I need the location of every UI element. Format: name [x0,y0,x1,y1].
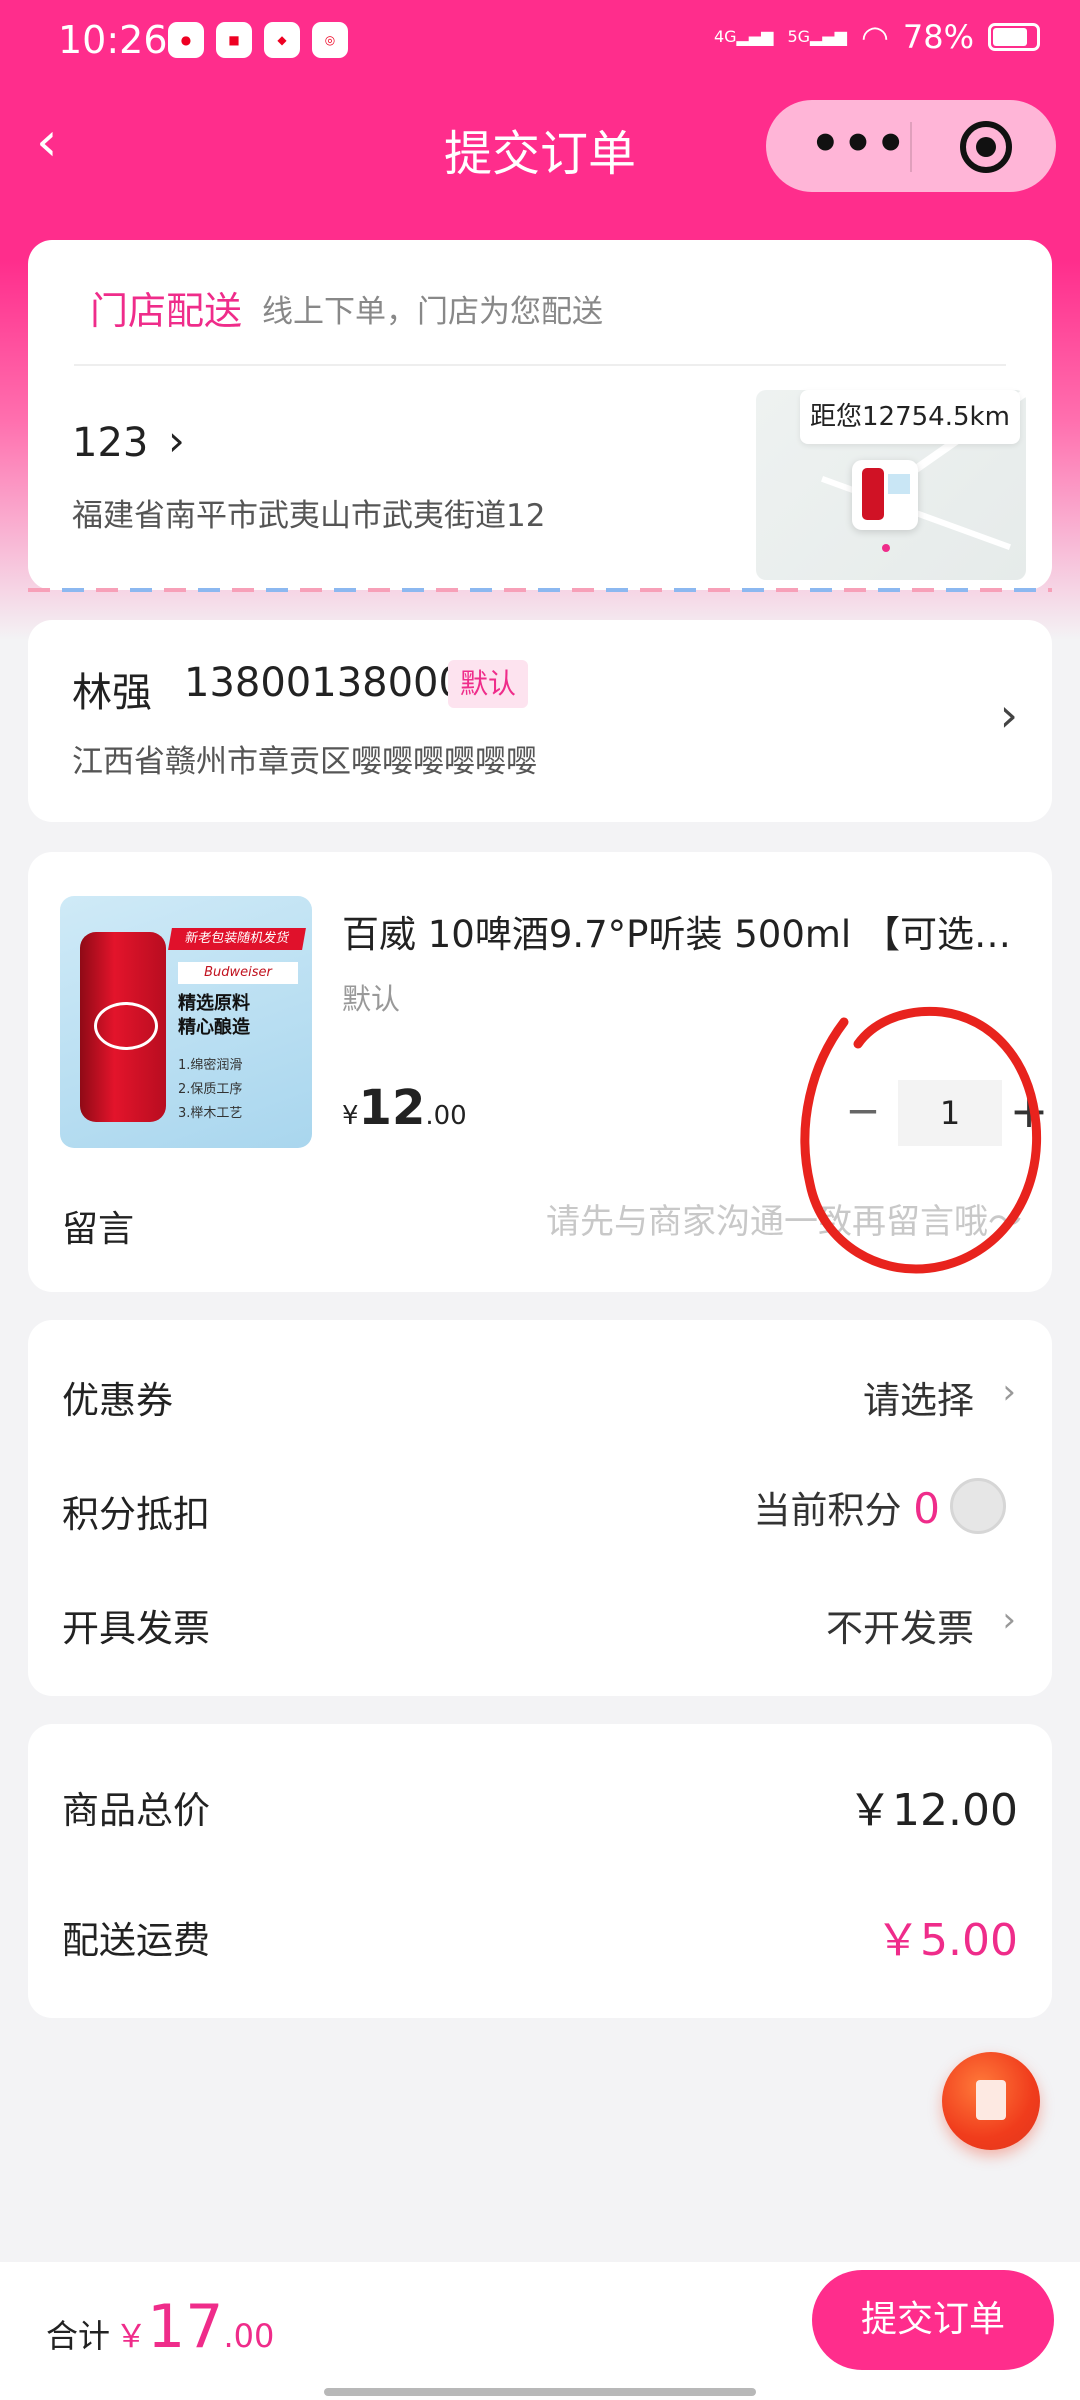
product-card: 新老包装随机发货 Budweiser 精选原料 精心酿造 1.绵密润滑 2.保质工序… [28,852,1052,1292]
price-summary-card: 商品总价 ￥12.00 配送运费 ￥5.00 [28,1724,1052,2018]
total-label: 合计 [46,2317,111,2355]
chevron-right-icon: › [1002,1600,1016,1640]
store-map-pin-icon [852,460,918,530]
distance-label: 距您12754.5km [800,390,1020,444]
app-notification-icon: ◎ [312,22,348,58]
product-spec: 默认 [342,982,401,1016]
total-amount: 17 [147,2292,224,2362]
product-price: ¥12.00 [342,1080,467,1136]
points-value: 0 [913,1484,940,1533]
delivery-mode[interactable]: 门店配送 [90,280,242,335]
coupon-label: 优惠券 [62,1379,173,1422]
chevron-right-icon[interactable]: › [1000,688,1018,742]
current-points: 当前积分 0 [753,1484,941,1533]
store-map[interactable]: 距您12754.5km [756,379,1043,580]
points-toggle[interactable] [950,1478,1006,1534]
quantity-value[interactable]: 1 [898,1080,1002,1146]
invoice-row[interactable]: 开具发票 不开发票 › [28,1566,1052,1676]
status-bar: 10:26 ● ■ ◆ ◎ 4G▂▄▆ 5G▂▄▆ ◠ 78% [0,0,1080,84]
recipient-address: 江西省赣州市章贡区嘤嘤嘤嘤嘤嘤 [72,744,537,780]
floating-order-button[interactable] [942,2052,1040,2150]
signal-4g-icon: 4G▂▄▆ [713,27,774,46]
status-right: 4G▂▄▆ 5G▂▄▆ ◠ 78% [714,18,1040,56]
invoice-label: 开具发票 [62,1607,210,1650]
message-input[interactable] [408,1194,1022,1250]
app-notification-icon: ◆ [264,22,300,58]
chevron-right-icon: › [1002,1372,1016,1412]
default-badge: 默认 [448,660,529,708]
recipient-card[interactable]: 林强 13800138000 默认 江西省赣州市章贡区嘤嘤嘤嘤嘤嘤 › [28,620,1052,822]
status-notification-icons: ● ■ ◆ ◎ [168,22,348,58]
home-indicator[interactable] [324,2388,756,2396]
points-row: 积分抵扣 当前积分 0 [28,1452,1052,1562]
battery-percent: 78% [902,18,974,56]
increase-button[interactable]: + [1004,1080,1054,1146]
airmail-border [28,588,1052,592]
navigation-bar: ‹ 提交订单 ••• [0,96,1080,192]
decrease-button[interactable]: − [838,1080,888,1146]
wifi-icon: ◠ [860,18,889,56]
recipient-phone: 13800138000 [184,660,464,706]
delivery-mode-description: 线上下单，门店为您配送 [262,294,603,330]
options-card: 优惠券 请选择 › 积分抵扣 当前积分 0 开具发票 不开发票 › [28,1320,1052,1696]
goods-total-label: 商品总价 [62,1789,210,1832]
message-label: 留言 [62,1209,135,1250]
shipping-fee-label: 配送运费 [62,1919,210,1962]
shipping-fee-row: 配送运费 ￥5.00 [28,1874,1052,1984]
close-target-icon[interactable] [960,121,1012,173]
store-address: 福建省南平市武夷山市武夷街道12 [72,498,546,534]
goods-total-value: ￥12.00 [848,1785,1018,1836]
coupon-row[interactable]: 优惠券 请选择 › [28,1338,1052,1448]
invoice-value: 不开发票 [826,1607,974,1650]
capsule-divider [910,122,912,172]
product-title: 百威 10啤酒9.7°P听装 500ml 【可选… [342,913,1011,956]
quantity-stepper: − 1 + [838,1080,1058,1146]
chevron-right-icon[interactable]: › [168,416,185,465]
delivery-card: 门店配送 线上下单，门店为您配送 123 › 福建省南平市武夷山市武夷街道12 … [28,240,1052,590]
submit-order-button[interactable]: 提交订单 [812,2270,1054,2370]
app-notification-icon: ■ [216,22,252,58]
recipient-name: 林强 [72,670,152,716]
status-time: 10:26 [58,18,168,62]
shipping-fee-value: ￥5.00 [876,1915,1018,1966]
store-name[interactable]: 123 [72,420,148,466]
goods-total-row: 商品总价 ￥12.00 [28,1744,1052,1854]
product-image[interactable]: 新老包装随机发货 Budweiser 精选原料 精心酿造 1.绵密润滑 2.保质工序… [60,896,312,1148]
document-icon [976,2080,1006,2120]
map-location-dot [882,544,890,552]
app-notification-icon: ● [168,22,204,58]
miniprogram-capsule: ••• [766,100,1056,192]
beer-can-icon [80,932,166,1122]
more-dots-icon[interactable]: ••• [810,120,908,168]
coupon-value: 请选择 [863,1379,974,1422]
signal-5g-icon: 5G▂▄▆ [787,27,847,46]
divider [74,364,1006,366]
order-total: 合计 ￥17.00 [46,2292,275,2362]
points-label: 积分抵扣 [62,1493,210,1536]
checkout-bar: 合计 ￥17.00 提交订单 [0,2262,1080,2400]
battery-icon [988,23,1040,51]
